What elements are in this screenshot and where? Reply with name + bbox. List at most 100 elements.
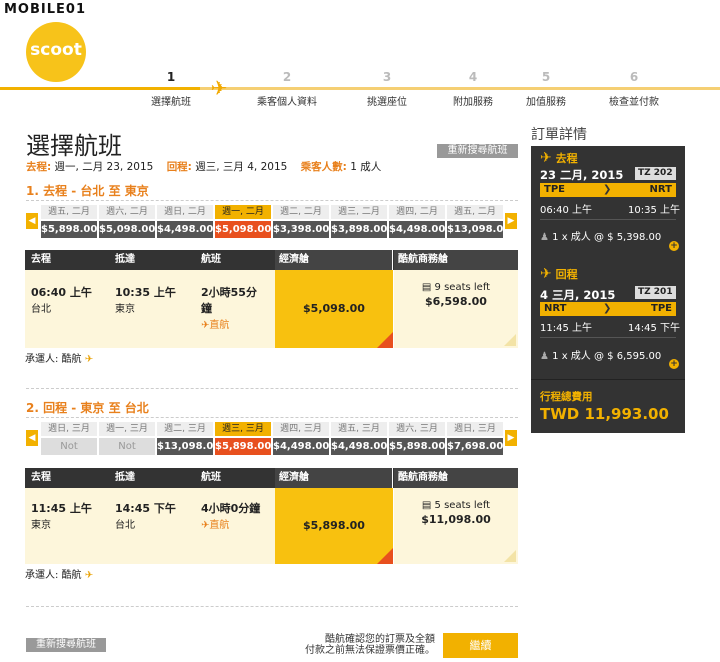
table-header: 去程 抵達 航班 經濟艙 酷航商務艙 [25, 468, 518, 488]
outbound-flight-table: 去程 抵達 航班 經濟艙 酷航商務艙 06:40 上午 台北 10:35 上午 東京… [25, 250, 518, 348]
date-label: 週五, 二月 [41, 205, 97, 219]
date-label: 週三, 二月 [331, 205, 387, 219]
date-label: 週三, 三月 [215, 422, 271, 436]
divider [531, 379, 685, 380]
date-tab-selected[interactable]: 週一, 二月 $5,098.00 [215, 205, 271, 238]
col-business: 酷航商務艙 [394, 468, 518, 488]
divider [26, 417, 518, 418]
date-price: $4,498.00 [389, 221, 445, 238]
research-button-bottom[interactable]: 重新搜尋航班 [26, 638, 106, 652]
step-1: 1 選擇航班 [151, 70, 191, 108]
date-price: Not [41, 438, 97, 455]
outbound-times: 06:40 上午 10:35 上午 [540, 205, 680, 216]
inbound-flight-table: 去程 抵達 航班 經濟艙 酷航商務艙 11:45 上午 東京 14:45 下午 台北… [25, 468, 518, 564]
route-arrow-icon: ❯ [603, 184, 612, 195]
expand-inbound-icon[interactable]: + [669, 359, 679, 369]
date-price: $3,898.00 [331, 221, 387, 238]
research-button[interactable]: 重新搜尋航班 [437, 144, 518, 158]
date-label: 週一, 三月 [99, 422, 155, 436]
date-label: 週五, 二月 [447, 205, 503, 219]
date-price: $4,498.00 [331, 438, 387, 455]
prev-dates-inbound-button[interactable]: ◀ [26, 430, 38, 446]
divider [540, 337, 676, 338]
arrive-info: 14:45 下午 台北 [115, 502, 176, 531]
col-depart: 去程 [31, 254, 51, 265]
trip-summary: 去程: 週一, 二月 23, 2015 回程: 週三, 三月 4, 2015 乘… [26, 161, 382, 173]
depart-info: 06:40 上午 台北 [31, 286, 92, 315]
arrive-info: 10:35 上午 東京 [115, 286, 176, 315]
date-label: 週六, 三月 [389, 422, 445, 436]
date-tab[interactable]: 週四, 三月 $4,498.00 [273, 422, 329, 455]
carrier-inbound: 承運人: 酷航 ✈ [25, 570, 94, 581]
plane-icon: ✈ [540, 266, 552, 282]
business-fare[interactable]: ▤ 5 seats left $11,098.00 [394, 500, 518, 526]
date-tab[interactable]: 週日, 二月 $4,498.00 [157, 205, 213, 238]
date-tab[interactable]: 週二, 三月 $13,098.0 [157, 422, 213, 455]
carrier-outbound: 承運人: 酷航 ✈ [25, 354, 94, 365]
date-tab[interactable]: 週日, 三月 Not [41, 422, 97, 455]
outbound-flight-number: TZ 202 [635, 167, 676, 180]
prev-dates-outbound-button[interactable]: ◀ [26, 213, 38, 229]
inbound-times: 11:45 上午 14:45 下午 [540, 323, 680, 334]
depart-info: 11:45 上午 東京 [31, 502, 92, 531]
step-6: 6 檢查並付款 [609, 70, 659, 108]
col-economy: 經濟艙 [275, 468, 393, 488]
table-header: 去程 抵達 航班 經濟艙 酷航商務艙 [25, 250, 518, 270]
col-duration: 航班 [201, 472, 221, 483]
route-arrow-icon: ❯ [603, 303, 612, 314]
carrier-plane-icon: ✈ [84, 570, 94, 581]
plane-icon: ✈ [540, 150, 552, 166]
inbound-flight-number: TZ 201 [635, 286, 676, 299]
inbound-pax-line: ♟ 1 x 成人 @ $ 6,595.00 [540, 351, 662, 362]
date-price: $5,898.00 [389, 438, 445, 455]
person-icon: ♟ [540, 351, 549, 362]
date-tab[interactable]: 週四, 二月 $4,498.00 [389, 205, 445, 238]
unselected-check-icon [504, 550, 516, 562]
date-tab[interactable]: 週六, 二月 $5,098.00 [99, 205, 155, 238]
divider [26, 606, 518, 607]
duration-info: 2小時55分鐘 ✈直航 [201, 286, 257, 331]
date-tab[interactable]: 週日, 三月 $7,698.00 [447, 422, 503, 455]
date-label: 週二, 三月 [157, 422, 213, 436]
economy-fare-selected[interactable]: $5,898.00 [275, 488, 394, 564]
date-tab[interactable]: 週三, 二月 $3,898.00 [331, 205, 387, 238]
date-label: 週五, 三月 [331, 422, 387, 436]
person-icon: ♟ [540, 232, 549, 243]
inbound-date: 4 三月, 2015 [540, 288, 616, 302]
seat-icon: ▤ [421, 282, 432, 293]
economy-fare-selected[interactable]: $5,098.00 [275, 270, 394, 348]
page-title: 選擇航班 [26, 132, 122, 160]
total-amount: TWD 11,993.00 [540, 405, 669, 423]
date-label: 週六, 二月 [99, 205, 155, 219]
col-arrive: 抵達 [115, 254, 135, 265]
next-dates-outbound-button[interactable]: ▶ [505, 213, 517, 229]
date-tab[interactable]: 週一, 三月 Not [99, 422, 155, 455]
date-tab[interactable]: 週五, 二月 $5,898.00 [41, 205, 97, 238]
date-label: 週一, 二月 [215, 205, 271, 219]
col-depart: 去程 [31, 472, 51, 483]
date-tab[interactable]: 週五, 三月 $4,498.00 [331, 422, 387, 455]
watermark: MOBILE01 [4, 2, 86, 17]
duration-info: 4小時0分鐘 ✈直航 [201, 502, 261, 531]
date-tab[interactable]: 週五, 二月 $13,098.0 [447, 205, 503, 238]
divider [26, 388, 518, 389]
date-tab[interactable]: 週二, 二月 $3,398.00 [273, 205, 329, 238]
col-economy: 經濟艙 [275, 250, 393, 270]
outbound-pax-line: ♟ 1 x 成人 @ $ 5,398.00 [540, 232, 662, 243]
next-dates-inbound-button[interactable]: ▶ [505, 430, 517, 446]
date-tab-selected[interactable]: 週三, 三月 $5,898.00 [215, 422, 271, 455]
order-summary-panel: ✈ 去程 23 二月, 2015 TZ 202 TPE ❯ NRT 06:40 上午… [531, 146, 685, 433]
date-price: $4,498.00 [273, 438, 329, 455]
unselected-check-icon [504, 334, 516, 346]
date-tab[interactable]: 週六, 三月 $5,898.00 [389, 422, 445, 455]
date-label: 週日, 三月 [41, 422, 97, 436]
carrier-plane-icon: ✈ [84, 354, 94, 365]
continue-button[interactable]: 繼續 [443, 633, 518, 658]
col-business: 酷航商務艙 [394, 250, 518, 270]
scoot-logo[interactable]: scoot [26, 22, 86, 82]
date-price: $5,098.00 [215, 221, 271, 238]
expand-outbound-icon[interactable]: + [669, 241, 679, 251]
business-fare[interactable]: ▤ 9 seats left $6,598.00 [394, 282, 518, 308]
step-2: 2 乘客個人資料 [257, 70, 317, 108]
selected-check-icon [377, 548, 393, 564]
